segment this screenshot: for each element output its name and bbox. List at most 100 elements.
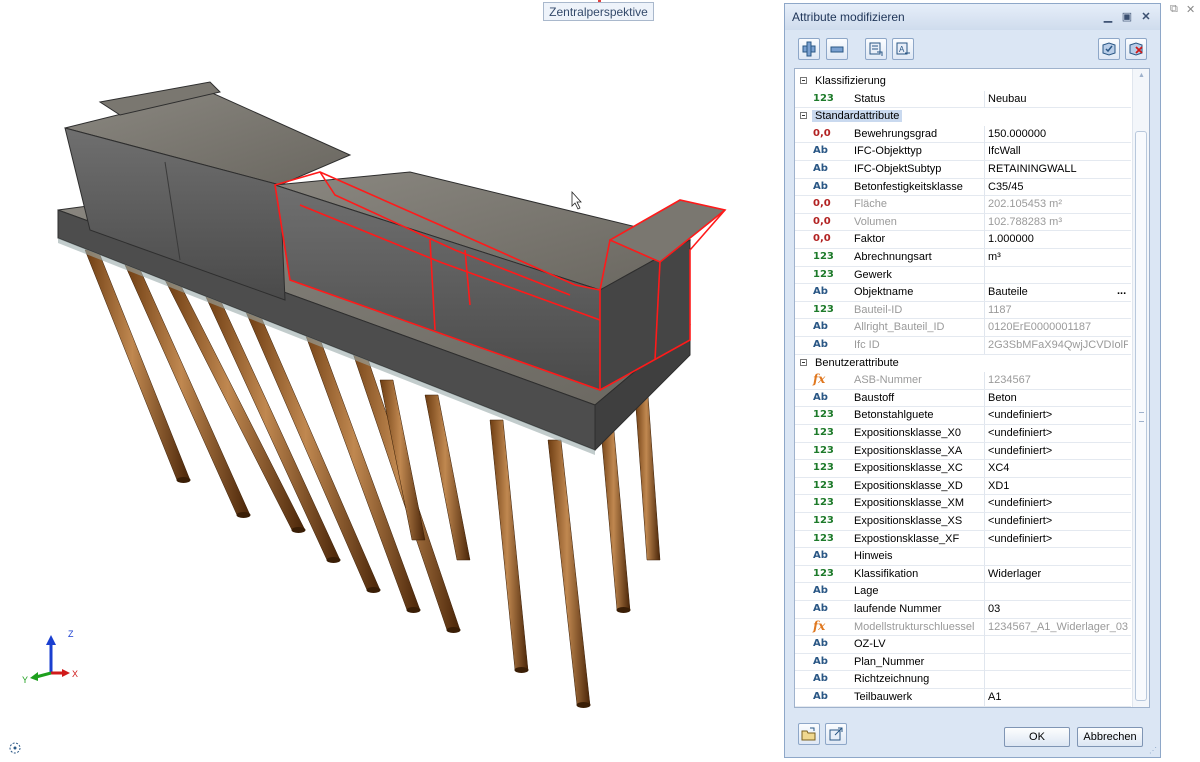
- add-attribute-button[interactable]: [798, 38, 820, 60]
- attribute-row[interactable]: Ab Richtzeichnung: [795, 671, 1131, 689]
- column-separator: [984, 161, 985, 178]
- attribute-row[interactable]: 123 Status Neubau: [795, 90, 1131, 109]
- attribute-value[interactable]: XC4: [988, 462, 1128, 474]
- attribute-value[interactable]: Beton: [988, 392, 1128, 404]
- favorites-load-button[interactable]: [865, 38, 887, 60]
- attribute-row[interactable]: Ab Objektname Bauteile...: [795, 284, 1131, 302]
- attribute-row[interactable]: 0,0 Faktor 1.000000: [795, 231, 1131, 249]
- close-window-icon[interactable]: ✕: [1186, 3, 1195, 16]
- column-separator: [984, 513, 985, 530]
- cancel-button[interactable]: Abbrechen: [1077, 727, 1143, 747]
- open-folder-button[interactable]: [798, 723, 820, 745]
- favorites-save-button[interactable]: A: [892, 38, 914, 60]
- attribute-row[interactable]: Ab laufende Nummer 03: [795, 601, 1131, 619]
- attribute-row[interactable]: 123 Gewerk: [795, 266, 1131, 285]
- attribute-row[interactable]: 123 Expositionsklasse_XC XC4: [795, 460, 1131, 478]
- attribute-row[interactable]: Ab IFC-Objekttyp IfcWall: [795, 143, 1131, 161]
- delete-set-button[interactable]: [1125, 38, 1147, 60]
- attribute-row[interactable]: 0,0 Bewehrungsgrad 150.000000: [795, 125, 1131, 144]
- attribute-value[interactable]: 1.000000: [988, 233, 1128, 245]
- grid-scrollbar[interactable]: ▲: [1132, 69, 1149, 707]
- attribute-value: 0120ErE0000001187: [988, 321, 1092, 334]
- column-separator: [984, 548, 985, 566]
- attribute-row[interactable]: 123 Betonstahlguete <undefiniert>: [795, 407, 1131, 425]
- close-icon[interactable]: ✕: [1139, 10, 1153, 23]
- attribute-name: Expostionsklasse_XF: [854, 532, 960, 545]
- attribute-row[interactable]: Ab Lage: [795, 583, 1131, 601]
- collapse-toggle-icon[interactable]: [800, 112, 807, 120]
- attribute-set-button[interactable]: [1098, 38, 1120, 60]
- attribute-row[interactable]: 123 Expositionsklasse_X0 <undefiniert>: [795, 425, 1131, 443]
- attribute-row[interactable]: Ab Teilbauwerk A1: [795, 689, 1131, 707]
- attribute-row[interactable]: 123 Expostionsklasse_XF <undefiniert>: [795, 530, 1131, 549]
- attribute-value[interactable]: Bauteile: [988, 286, 1128, 298]
- attribute-row[interactable]: Ab Allright_Bauteil_ID 0120ErE0000001187: [795, 319, 1131, 337]
- attribute-row[interactable]: Ab Betonfestigkeitsklasse C35/45: [795, 178, 1131, 197]
- attribute-row[interactable]: Ab IFC-ObjektSubtyp RETAININGWALL: [795, 161, 1131, 179]
- attribute-value[interactable]: Widerlager: [988, 568, 1128, 580]
- attribute-row[interactable]: Ab Baustoff Beton: [795, 389, 1131, 408]
- attribute-value[interactable]: <undefiniert>: [988, 409, 1128, 421]
- resize-grip-icon[interactable]: ⋰: [1149, 746, 1157, 755]
- attribute-name: Ifc ID: [854, 339, 880, 351]
- maximize-icon[interactable]: ▣: [1120, 10, 1134, 23]
- attribute-value[interactable]: 03: [988, 603, 1128, 615]
- attribute-value[interactable]: <undefiniert>: [988, 533, 1128, 545]
- scroll-up-icon[interactable]: ▲: [1138, 72, 1145, 79]
- attribute-row[interactable]: 0,0 Fläche 202.105453 m²: [795, 196, 1131, 214]
- category-row[interactable]: Benutzerattribute: [795, 355, 1131, 373]
- attribute-row[interactable]: 123 Expositionsklasse_XS <undefiniert>: [795, 513, 1131, 531]
- attribute-value[interactable]: <undefiniert>: [988, 515, 1128, 527]
- attribute-row[interactable]: 123 Abrechnungsart m³: [795, 249, 1131, 267]
- attribute-row[interactable]: Ab Hinweis: [795, 548, 1131, 566]
- category-row[interactable]: Standardattribute: [795, 108, 1131, 126]
- collapse-toggle-icon[interactable]: [800, 77, 807, 84]
- attribute-name: Baustoff: [854, 391, 895, 404]
- attribute-row[interactable]: 123 Expositionsklasse_XD XD1: [795, 477, 1131, 496]
- ok-button[interactable]: OK: [1004, 727, 1070, 747]
- attribute-name: Hinweis: [854, 550, 893, 563]
- attribute-value[interactable]: m³: [988, 251, 1128, 263]
- attribute-row[interactable]: Ab Plan_Nummer: [795, 653, 1131, 672]
- attribute-value[interactable]: RETAININGWALL: [988, 163, 1128, 175]
- category-row[interactable]: Klassifizierung: [795, 73, 1131, 91]
- attribute-row[interactable]: Ab Ifc ID 2G3SbMFaX94QwjJCVDIolP: [795, 337, 1131, 355]
- attribute-value[interactable]: IfcWall: [988, 145, 1128, 157]
- attribute-row[interactable]: 123 Expositionsklasse_XM <undefiniert>: [795, 495, 1131, 513]
- orbit-icon[interactable]: [8, 741, 22, 755]
- collapse-toggle-icon[interactable]: [800, 358, 807, 366]
- attribute-row[interactable]: 0,0 Volumen 102.788283 m³: [795, 213, 1131, 232]
- attribute-value[interactable]: 150.000000: [988, 128, 1128, 140]
- remove-attribute-button[interactable]: [826, 38, 848, 60]
- attribute-value[interactable]: A1: [988, 691, 1128, 703]
- attribute-row[interactable]: fx Modellstrukturschluessel 1234567_A1_Wid…: [795, 618, 1131, 637]
- column-separator: [984, 460, 985, 478]
- attribute-row[interactable]: fx ASB-Nummer 1234567: [795, 372, 1131, 390]
- column-separator: [984, 653, 985, 671]
- attribute-row[interactable]: Ab OZ-LV: [795, 636, 1131, 654]
- attribute-value[interactable]: <undefiniert>: [988, 445, 1128, 457]
- attribute-name: Expositionsklasse_X0: [854, 427, 962, 439]
- attribute-row[interactable]: 123 Bauteil-ID 1187: [795, 301, 1131, 320]
- attribute-row[interactable]: 123 Expositionsklasse_XA <undefiniert>: [795, 442, 1131, 461]
- minimize-icon[interactable]: ▁: [1101, 10, 1115, 23]
- favorites-load-icon: [869, 42, 883, 56]
- attribute-value[interactable]: XD1: [988, 480, 1128, 492]
- attribute-name: laufende Nummer: [854, 603, 942, 615]
- attribute-value[interactable]: <undefiniert>: [988, 497, 1128, 509]
- ellipsis-button[interactable]: ...: [1117, 285, 1126, 297]
- scrollbar-thumb[interactable]: [1135, 131, 1147, 701]
- delete-set-icon: [1129, 42, 1143, 56]
- column-separator: [984, 477, 985, 495]
- attribute-grid[interactable]: ▲ Klassifizierung 123 Status Neubau Standard…: [794, 68, 1150, 708]
- attribute-value[interactable]: Neubau: [988, 93, 1128, 105]
- restore-window-icon[interactable]: ⧉: [1170, 3, 1178, 16]
- attribute-value[interactable]: <undefiniert>: [988, 427, 1128, 439]
- attribute-name: Plan_Nummer: [854, 655, 925, 668]
- dialog-titlebar[interactable]: Attribute modifizieren ▁ ▣ ✕: [785, 4, 1160, 30]
- abutment-model[interactable]: [0, 0, 760, 762]
- export-button[interactable]: [825, 723, 847, 745]
- attribute-type-icon: 0,0: [813, 198, 831, 210]
- attribute-row[interactable]: 123 Klassifikation Widerlager: [795, 565, 1131, 584]
- attribute-value[interactable]: C35/45: [988, 181, 1128, 193]
